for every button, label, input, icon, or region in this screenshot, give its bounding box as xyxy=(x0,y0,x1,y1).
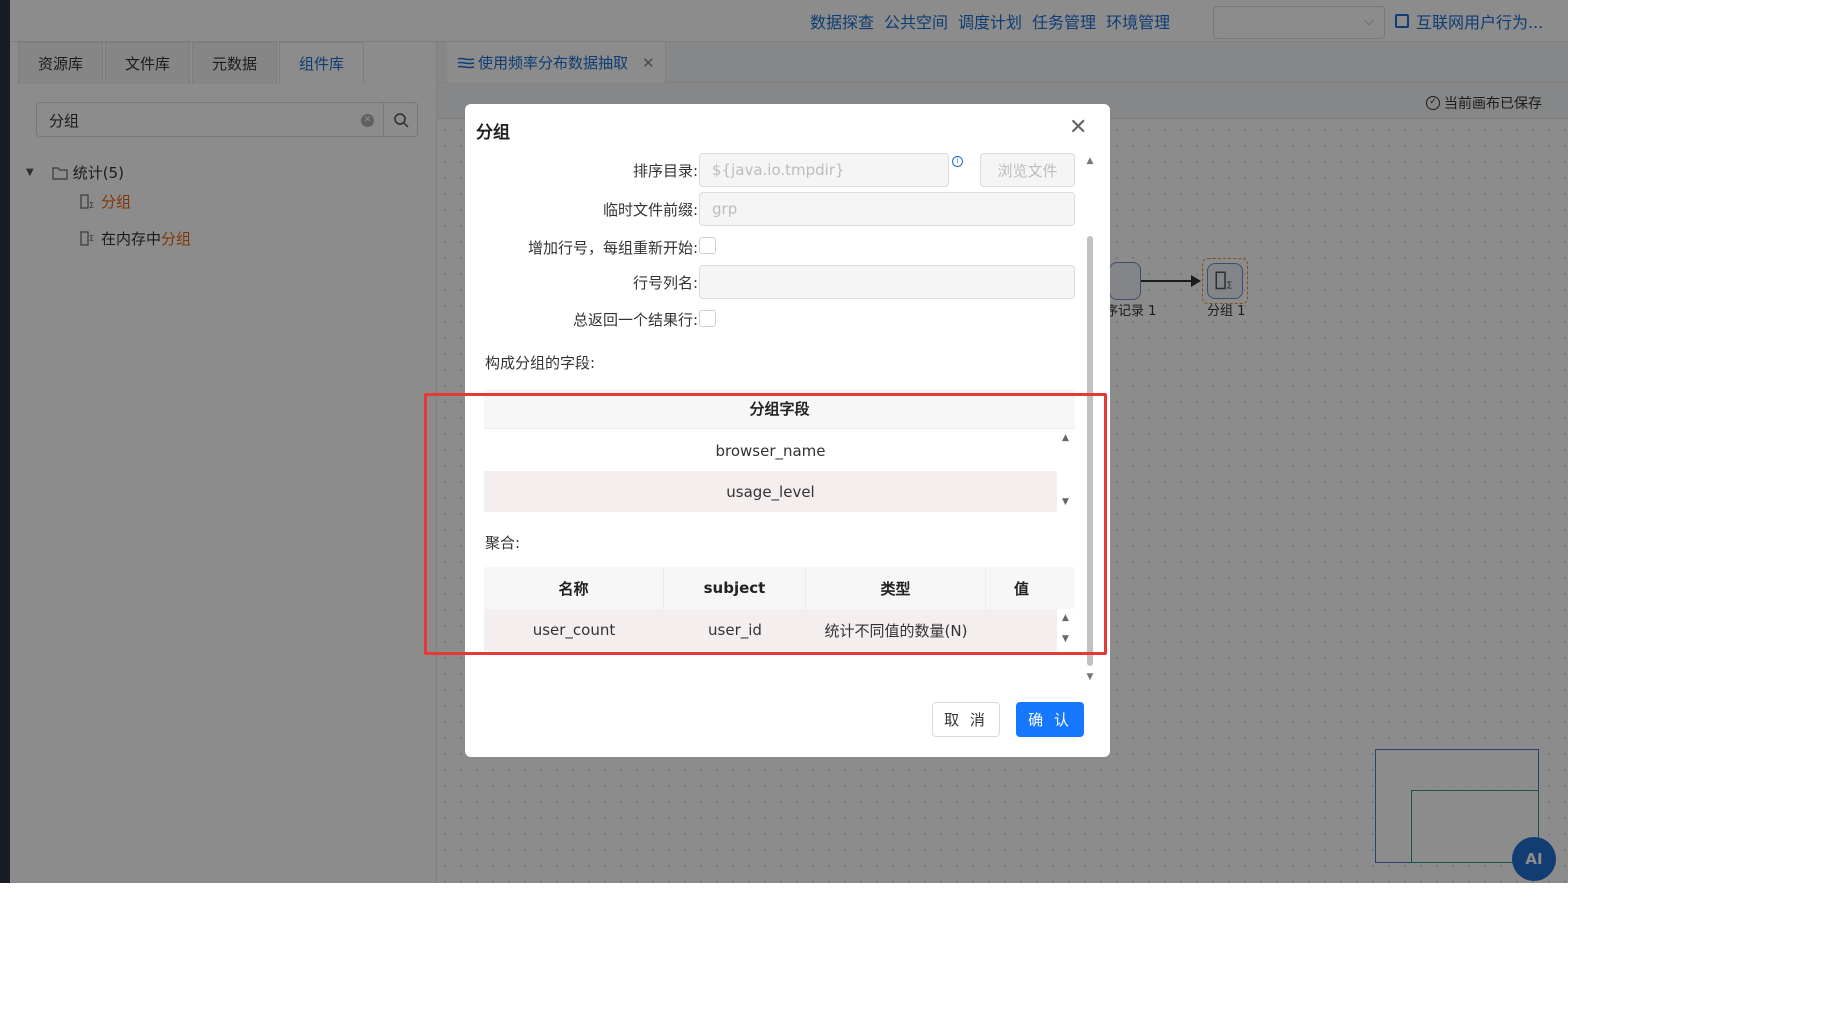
agg-col-subject: subject xyxy=(664,567,806,609)
agg-col-value: 值 xyxy=(1013,579,1029,598)
group-dialog: 分组 ✕ 排序目录: ${java.io.tmpdir} i 浏览文件 临时文件… xyxy=(465,104,1110,757)
temp-prefix-label: 临时文件前缀: xyxy=(602,201,698,219)
close-icon[interactable]: ✕ xyxy=(1069,117,1087,139)
agg-cell-type: 统计不同值的数量(N) xyxy=(824,621,968,640)
scroll-down-icon[interactable]: ▼ xyxy=(1084,672,1096,682)
group-table-scrollbar[interactable]: ▲ ▼ xyxy=(1058,430,1076,512)
sort-dir-field[interactable]: ${java.io.tmpdir} xyxy=(699,153,949,187)
agg-cell-value xyxy=(986,609,1057,651)
table-row[interactable]: browser_name xyxy=(484,430,1057,471)
confirm-button[interactable]: 确 认 xyxy=(1016,702,1084,737)
aggregation-label: 聚合: xyxy=(485,534,521,552)
always-one-row-label: 总返回一个结果行: xyxy=(572,311,698,329)
scroll-down-icon[interactable]: ▼ xyxy=(1062,634,1069,644)
agg-col-type: 类型 xyxy=(806,567,986,609)
add-line-number-label: 增加行号，每组重新开始: xyxy=(527,239,698,257)
line-column-field[interactable] xyxy=(699,265,1075,299)
add-line-number-checkbox[interactable] xyxy=(699,237,716,254)
dialog-title: 分组 xyxy=(476,123,510,143)
table-row[interactable]: user_count user_id 统计不同值的数量(N) xyxy=(484,609,1057,651)
agg-table-header: 名称 subject 类型 值 xyxy=(484,567,1075,609)
group-fields-label: 构成分组的字段: xyxy=(485,354,596,372)
scroll-up-icon[interactable]: ▲ xyxy=(1084,156,1096,166)
agg-col-name: 名称 xyxy=(484,567,664,609)
scroll-down-icon[interactable]: ▼ xyxy=(1062,497,1069,507)
scroll-up-icon[interactable]: ▲ xyxy=(1062,613,1069,623)
agg-cell-subject: user_id xyxy=(708,621,762,639)
browse-files-button[interactable]: 浏览文件 xyxy=(980,153,1075,187)
dialog-scrollbar[interactable]: ▲ ▼ xyxy=(1084,156,1096,686)
group-table-header: 分组字段 xyxy=(484,389,1075,429)
info-icon: i xyxy=(952,156,963,167)
scroll-up-icon[interactable]: ▲ xyxy=(1062,433,1069,443)
dialog-body: 排序目录: ${java.io.tmpdir} i 浏览文件 临时文件前缀: g… xyxy=(476,149,1086,789)
temp-prefix-field[interactable]: grp xyxy=(699,192,1075,226)
always-one-row-checkbox[interactable] xyxy=(699,310,716,327)
line-column-label: 行号列名: xyxy=(632,274,698,292)
agg-cell-name: user_count xyxy=(532,621,616,639)
scrollbar-thumb[interactable] xyxy=(1087,236,1093,666)
agg-table-scrollbar[interactable]: ▲ ▼ xyxy=(1058,609,1076,651)
table-row[interactable]: usage_level xyxy=(484,471,1057,512)
sort-dir-label: 排序目录: xyxy=(632,162,698,180)
cancel-button[interactable]: 取 消 xyxy=(932,702,1000,737)
